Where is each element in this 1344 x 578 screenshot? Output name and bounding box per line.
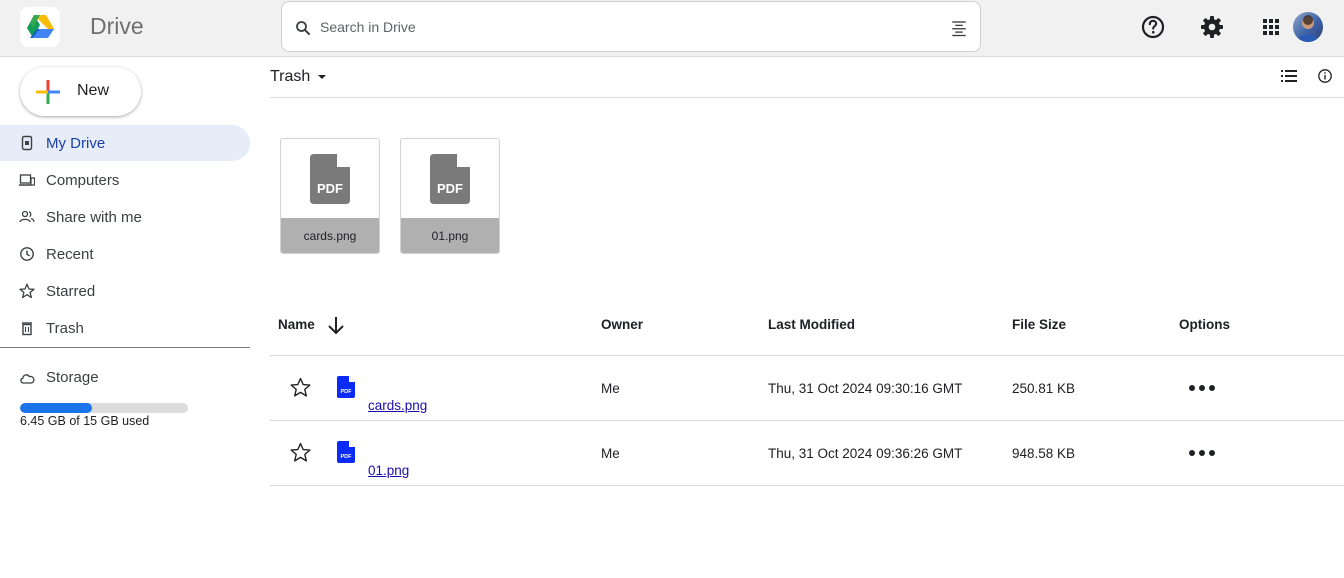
table-row[interactable]: PDF 01.png Me Thu, 31 Oct 2024 09:36:26 … <box>270 421 1344 486</box>
sidebar-item-label: Trash <box>46 320 84 337</box>
sidebar-item-trash[interactable]: Trash <box>0 310 250 346</box>
new-button-label: New <box>77 82 110 99</box>
filter-options-icon[interactable] <box>950 19 968 37</box>
sidebar-divider <box>0 347 250 348</box>
sidebar-item-starred[interactable]: Starred <box>0 273 250 309</box>
table-row[interactable]: PDF cards.png Me Thu, 31 Oct 2024 09:30:… <box>270 356 1344 421</box>
breadcrumb-label: Trash <box>270 68 311 85</box>
storage-label[interactable]: Storage <box>46 369 99 386</box>
owner-cell: Me <box>601 446 620 461</box>
breadcrumb[interactable]: Trash <box>270 68 327 86</box>
storage-progress-bar <box>20 403 188 413</box>
file-name-link[interactable]: cards.png <box>368 398 427 413</box>
star-icon[interactable] <box>290 377 311 398</box>
column-header-options: Options <box>1179 317 1230 332</box>
pdf-file-icon: PDF <box>337 376 355 398</box>
svg-text:PDF: PDF <box>437 181 463 196</box>
avatar[interactable] <box>1293 12 1323 42</box>
apps-grid-icon[interactable] <box>1258 14 1284 40</box>
file-card-name: cards.png <box>281 218 379 253</box>
sidebar-item-computers[interactable]: Computers <box>0 162 250 198</box>
file-table-header: Name Owner Last Modified File Size Optio… <box>270 300 1344 356</box>
sidebar-item-label: Starred <box>46 283 96 300</box>
sort-arrow-down-icon[interactable] <box>326 314 346 336</box>
drive-logo-icon[interactable] <box>20 7 60 47</box>
sidebar-item-label: Share with me <box>46 209 142 226</box>
file-card-name: 01.png <box>401 218 499 253</box>
column-header-last-modified[interactable]: Last Modified <box>768 317 855 332</box>
pdf-file-icon: PDF <box>337 441 355 463</box>
svg-text:PDF: PDF <box>341 389 353 395</box>
clock-icon <box>20 247 34 261</box>
last-modified-cell: Thu, 31 Oct 2024 09:36:26 GMT <box>768 446 963 461</box>
last-modified-cell: Thu, 31 Oct 2024 09:30:16 GMT <box>768 381 963 396</box>
storage-used-text: 6.45 GB of 15 GB used <box>20 414 150 428</box>
computers-icon <box>19 174 35 186</box>
list-view-icon[interactable] <box>1280 67 1298 85</box>
pdf-file-icon: PDF <box>430 154 470 204</box>
my-drive-icon <box>21 135 33 151</box>
column-header-file-size[interactable]: File Size <box>1012 317 1066 332</box>
file-size-cell: 250.81 KB <box>1012 381 1076 396</box>
sidebar-item-share-with-me[interactable]: Share with me <box>0 199 250 235</box>
pdf-file-icon: PDF <box>310 154 350 204</box>
plus-icon <box>36 80 60 104</box>
more-options-icon[interactable] <box>1187 378 1217 398</box>
search-bar[interactable] <box>281 1 981 52</box>
sidebar-item-my-drive[interactable]: My Drive <box>0 125 250 161</box>
file-size-cell: 948.58 KB <box>1012 446 1076 461</box>
trash-icon <box>22 322 32 336</box>
search-icon[interactable] <box>294 19 312 37</box>
column-header-owner[interactable]: Owner <box>601 317 643 332</box>
sidebar-item-recent[interactable]: Recent <box>0 236 250 272</box>
app-title: Drive <box>90 13 144 39</box>
toolbar-divider <box>270 97 1344 98</box>
svg-text:PDF: PDF <box>341 454 353 460</box>
more-options-icon[interactable] <box>1187 443 1217 463</box>
star-icon <box>19 283 35 299</box>
shared-people-icon <box>19 210 35 223</box>
sidebar-item-label: My Drive <box>46 135 106 152</box>
file-name-link[interactable]: 01.png <box>368 463 409 478</box>
file-card[interactable]: PDF 01.png <box>400 138 500 254</box>
sidebar-item-label: Computers <box>46 172 120 189</box>
new-button[interactable]: New <box>20 67 141 116</box>
cloud-icon <box>20 374 35 384</box>
info-icon[interactable] <box>1316 67 1334 85</box>
search-input[interactable] <box>320 16 920 38</box>
help-icon[interactable] <box>1140 14 1166 40</box>
top-bar: Drive <box>0 0 1344 57</box>
settings-gear-icon[interactable] <box>1199 14 1225 40</box>
sidebar-item-label: Recent <box>46 246 94 263</box>
storage-progress-fill <box>20 403 93 413</box>
star-icon[interactable] <box>290 442 311 463</box>
owner-cell: Me <box>601 381 620 396</box>
caret-down-icon <box>317 75 326 79</box>
file-card[interactable]: PDF cards.png <box>280 138 380 254</box>
column-header-name[interactable]: Name <box>278 317 315 332</box>
svg-text:PDF: PDF <box>317 181 343 196</box>
